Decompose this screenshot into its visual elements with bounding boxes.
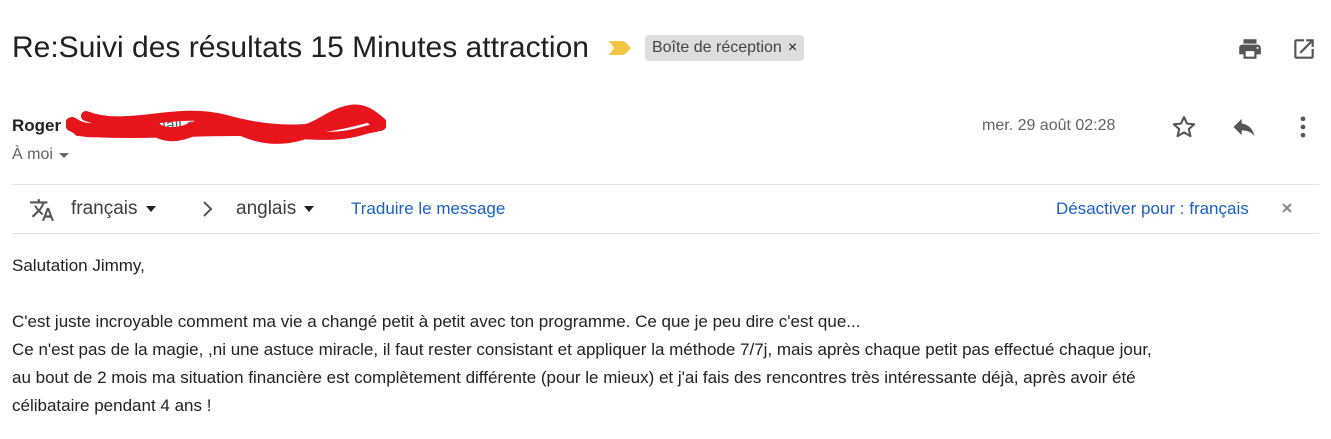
- print-icon[interactable]: [1237, 36, 1263, 62]
- close-icon[interactable]: [1280, 201, 1294, 215]
- recipient-details-toggle[interactable]: À moi: [12, 146, 69, 164]
- source-language-value: français: [71, 198, 138, 219]
- importance-marker-icon[interactable]: [608, 41, 631, 55]
- source-language-select[interactable]: français: [71, 198, 156, 220]
- more-vert-icon[interactable]: [1289, 113, 1317, 141]
- email-subject: Re:Suivi des résultats 15 Minutes attrac…: [12, 31, 589, 64]
- body-line: célibataire pendant 4 ans !: [12, 396, 212, 415]
- chevron-down-icon: [304, 206, 315, 212]
- disable-translation-link[interactable]: Désactiver pour : français: [1056, 199, 1249, 219]
- body-line: au bout de 2 mois ma situation financièr…: [12, 368, 1136, 387]
- greeting-line: Salutation Jimmy,: [12, 256, 145, 275]
- remove-label-button[interactable]: ×: [788, 39, 797, 57]
- chevron-right-icon: [203, 201, 213, 217]
- inbox-label-chip: Boîte de réception ×: [644, 35, 805, 61]
- body-line: Ce n'est pas de la magie, ,ni une astuce…: [12, 340, 1152, 359]
- translate-divider: [12, 233, 1319, 234]
- target-language-select[interactable]: anglais: [236, 198, 315, 220]
- redaction-scribble: [66, 104, 386, 144]
- recipient-label: À moi: [12, 146, 53, 163]
- star-icon[interactable]: [1170, 113, 1198, 141]
- translate-message-link[interactable]: Traduire le message: [351, 199, 505, 219]
- translate-bar: français anglais Traduire le message Dés…: [12, 185, 1319, 233]
- open-in-new-window-icon[interactable]: [1291, 36, 1317, 62]
- message-body: Salutation Jimmy, C'est juste incroyable…: [12, 252, 1322, 420]
- message-date: mer. 29 août 02:28: [982, 117, 1116, 134]
- chevron-down-icon: [58, 152, 69, 158]
- translate-icon: [30, 199, 54, 221]
- body-line: C'est juste incroyable comment ma vie a …: [12, 312, 861, 331]
- chevron-down-icon: [145, 206, 156, 212]
- reply-icon[interactable]: [1230, 113, 1258, 141]
- inbox-label-text: Boîte de réception: [651, 39, 782, 56]
- target-language-value: anglais: [236, 198, 297, 219]
- subject-row: Re:Suivi des résultats 15 Minutes attrac…: [12, 26, 805, 70]
